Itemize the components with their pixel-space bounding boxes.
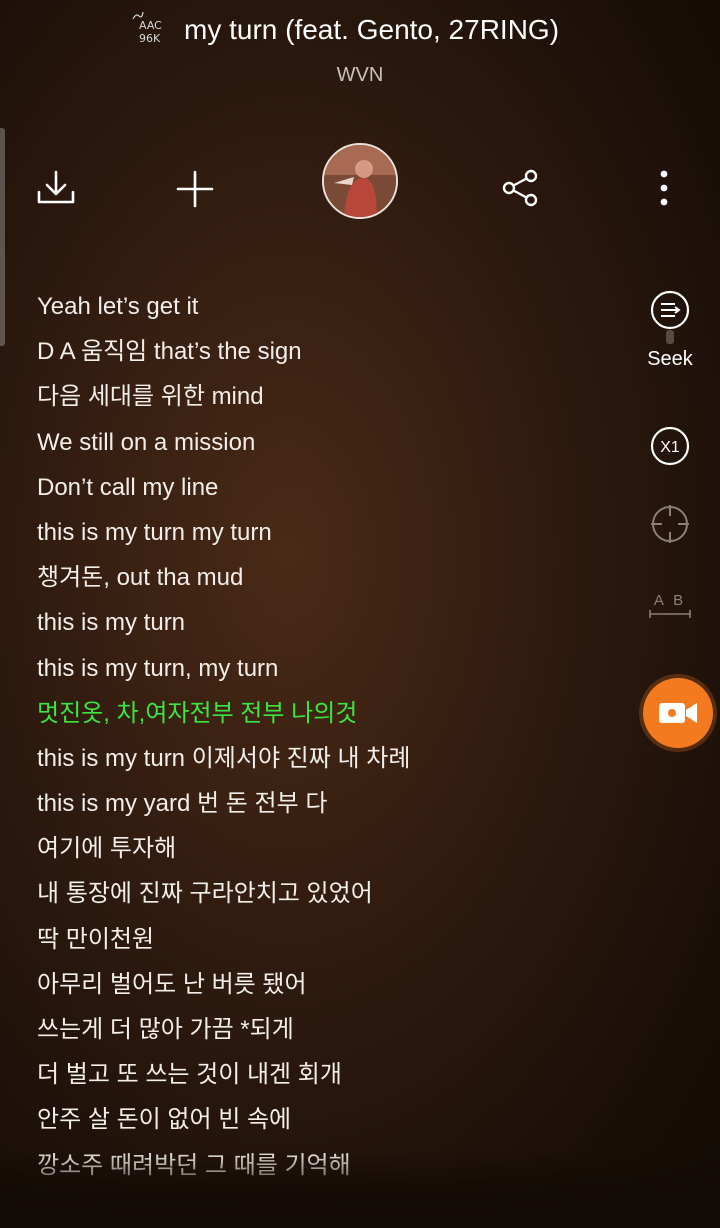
locate-current-line-button[interactable] — [620, 502, 720, 546]
lyric-line[interactable]: 안주 살 돈이 없어 빈 속에 — [37, 1097, 617, 1142]
lyric-line[interactable]: We still on a mission — [37, 420, 617, 465]
lyrics-bottom-fade — [0, 1150, 720, 1228]
video-camera-icon — [659, 703, 697, 723]
lyric-line[interactable]: 여기에 투자해 — [37, 826, 617, 871]
share-icon — [502, 169, 538, 207]
lyric-line[interactable]: 다음 세대를 위한 mind — [37, 374, 617, 419]
ab-repeat-button[interactable]: A B — [620, 588, 720, 622]
playback-speed-button[interactable]: X1 — [620, 424, 720, 468]
codec-format: AAC — [139, 19, 162, 32]
lyric-line[interactable]: D A 움직임 that’s the sign — [37, 329, 617, 374]
album-art-avatar[interactable] — [322, 143, 398, 219]
lyric-line[interactable]: 더 벌고 또 쓰는 것이 내겐 회개 — [37, 1052, 617, 1097]
lyric-line[interactable]: this is my turn, my turn — [37, 646, 617, 691]
lyric-line[interactable]: this is my turn 이제서야 진짜 내 차례 — [37, 736, 617, 781]
lyric-line[interactable]: this is my turn my turn — [37, 510, 617, 555]
song-title: my turn (feat. Gento, 27RING) — [184, 14, 560, 45]
seek-button[interactable]: Seek — [620, 288, 720, 371]
more-options-button[interactable] — [648, 166, 680, 210]
lyrics-list[interactable]: Yeah let’s get it D A 움직임 that’s the sign… — [37, 284, 617, 1188]
crosshair-icon — [651, 505, 689, 543]
ab-label: A B — [654, 592, 686, 609]
lyric-line[interactable]: 챙겨돈, out tha mud — [37, 555, 617, 600]
codec-badge: AAC 96K — [132, 11, 171, 48]
now-playing-header: AAC 96K my turn (feat. Gento, 27RING) WV… — [0, 0, 720, 100]
seek-icon — [650, 290, 690, 344]
plus-icon — [176, 170, 214, 208]
more-vertical-icon — [660, 170, 668, 206]
speed-label: X1 — [660, 439, 680, 456]
lyric-line[interactable]: this is my yard 번 돈 전부 다 — [37, 781, 617, 826]
artist-name[interactable]: WVN — [0, 64, 720, 87]
codec-bitrate: 96K — [139, 32, 161, 45]
lyric-line[interactable]: 쓰는게 더 많아 가끔 *되게 — [37, 1007, 617, 1052]
ab-repeat-icon: A B — [649, 592, 691, 618]
download-icon — [37, 170, 75, 204]
lyric-line[interactable]: 딱 만이천원 — [37, 917, 617, 962]
share-button[interactable] — [496, 166, 544, 210]
add-to-playlist-button[interactable] — [172, 166, 218, 212]
album-art-image — [324, 145, 396, 217]
lyric-line[interactable]: Don’t call my line — [37, 465, 617, 510]
lyric-line-current[interactable]: 멋진옷, 차,여자전부 전부 나의것 — [37, 691, 617, 736]
lyric-line[interactable]: Yeah let’s get it — [37, 284, 617, 329]
lyric-line[interactable]: 아무리 벌어도 난 버릇 됐어 — [37, 962, 617, 1007]
download-button[interactable] — [30, 164, 82, 212]
seek-label: Seek — [647, 348, 693, 370]
lyric-line[interactable]: this is my turn — [37, 600, 617, 645]
lyric-line[interactable]: 내 통장에 진짜 구라안치고 있었어 — [37, 871, 617, 916]
record-video-button[interactable] — [643, 678, 713, 748]
speed-icon: X1 — [650, 426, 690, 466]
